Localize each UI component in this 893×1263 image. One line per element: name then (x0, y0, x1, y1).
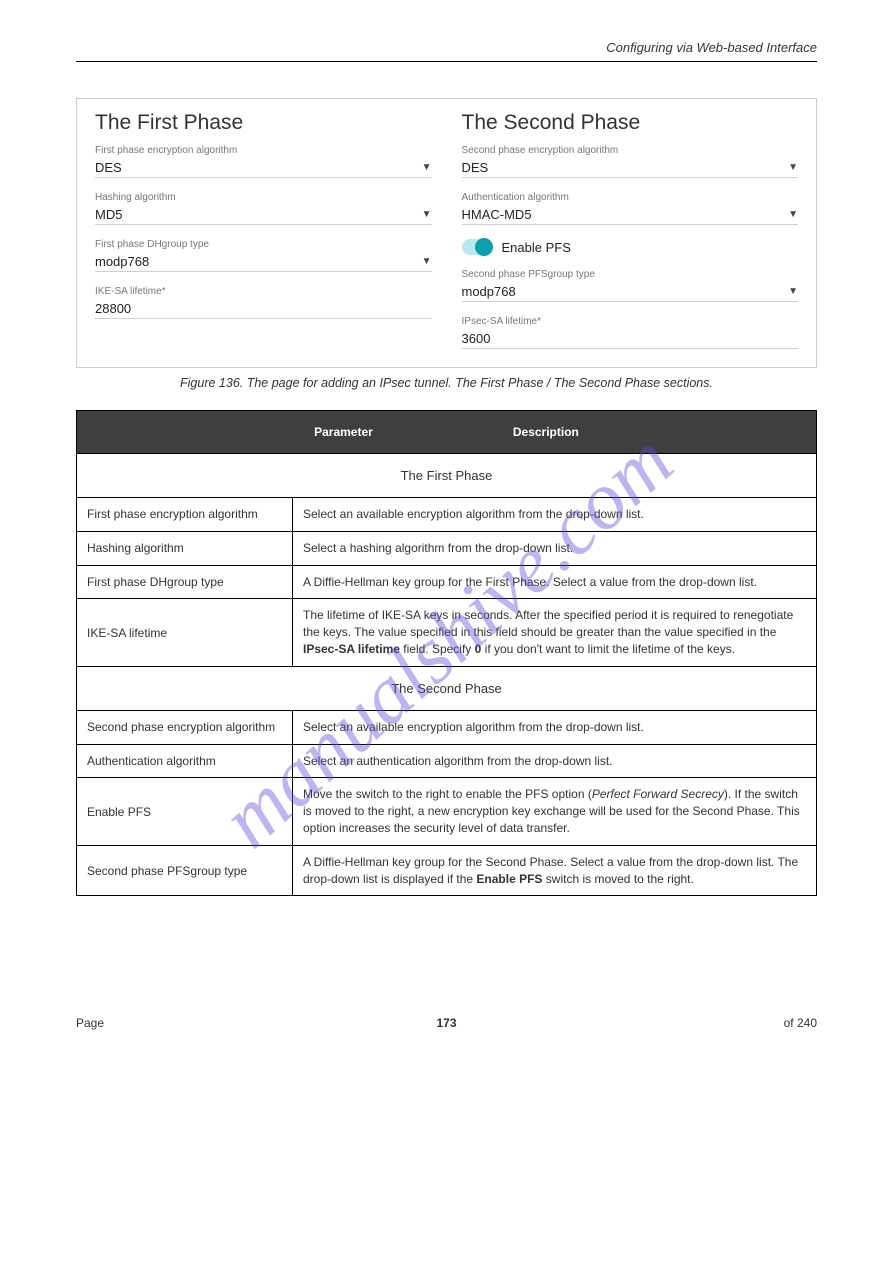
param-name: Authentication algorithm (77, 744, 293, 778)
param-desc: Select an available encryption algorithm… (293, 498, 817, 532)
field-label: First phase DHgroup type (95, 239, 432, 250)
chevron-down-icon: ▼ (422, 209, 432, 220)
field-value: 3600 (462, 331, 491, 346)
param-name: First phase encryption algorithm (77, 498, 293, 532)
page-footer: Page 173 of 240 (76, 1016, 817, 1030)
figure-caption: Figure 136. The page for adding an IPsec… (76, 376, 817, 390)
table-row: First phase encryption algorithm Select … (77, 498, 817, 532)
hashing-field[interactable]: Hashing algorithm MD5 ▼ (95, 192, 432, 225)
desc-text: if you don't want to limit the lifetime … (481, 642, 735, 656)
ipsec-sa-field[interactable]: IPsec-SA lifetime* 3600 (462, 316, 799, 349)
footer-left: Page (76, 1016, 104, 1030)
field-label: Second phase PFSgroup type (462, 269, 799, 280)
chevron-down-icon: ▼ (788, 209, 798, 220)
toggle-label: Enable PFS (502, 240, 571, 255)
first-phase-column: The First Phase First phase encryption a… (95, 111, 432, 363)
desc-text: Move the switch to the right to enable t… (303, 787, 592, 801)
desc-bold: IPsec-SA lifetime (303, 642, 400, 656)
field-label: IPsec-SA lifetime* (462, 316, 799, 327)
th-param: Parameter (314, 425, 373, 439)
param-desc: A Diffie-Hellman key group for the First… (293, 565, 817, 599)
field-value: modp768 (95, 254, 149, 269)
th-desc: Description (513, 425, 579, 439)
footer-page-number: 173 (436, 1016, 456, 1030)
desc-italic: Perfect Forward Secrecy (592, 787, 724, 801)
field-label: Authentication algorithm (462, 192, 799, 203)
parameters-table: Parameter Description The First Phase Fi… (76, 410, 817, 896)
page-header: Configuring via Web-based Interface (76, 40, 817, 62)
field-label: Hashing algorithm (95, 192, 432, 203)
desc-text: The lifetime of IKE-SA keys in seconds. … (303, 608, 793, 639)
auth-algo-field[interactable]: Authentication algorithm HMAC-MD5 ▼ (462, 192, 799, 225)
field-value: DES (95, 160, 122, 175)
first-phase-title: The First Phase (95, 111, 432, 135)
param-name: Enable PFS (77, 778, 293, 845)
second-phase-column: The Second Phase Second phase encryption… (462, 111, 799, 363)
param-name: IKE-SA lifetime (77, 599, 293, 666)
param-name: Second phase PFSgroup type (77, 845, 293, 896)
second-phase-title: The Second Phase (462, 111, 799, 135)
table-row: First phase DHgroup type A Diffie-Hellma… (77, 565, 817, 599)
settings-figure: The First Phase First phase encryption a… (76, 98, 817, 368)
pfsgroup-field[interactable]: Second phase PFSgroup type modp768 ▼ (462, 269, 799, 302)
field-value: MD5 (95, 207, 122, 222)
footer-right: of 240 (784, 1016, 817, 1030)
field-label: Second phase encryption algorithm (462, 145, 799, 156)
param-desc: Select an authentication algorithm from … (293, 744, 817, 778)
toggle-knob-icon (475, 238, 493, 256)
enable-pfs-row[interactable]: Enable PFS (462, 239, 799, 255)
param-name: Second phase encryption algorithm (77, 710, 293, 744)
desc-text: field. Specify (400, 642, 475, 656)
section-first-phase: The First Phase (77, 454, 817, 498)
param-desc: Select an available encryption algorithm… (293, 710, 817, 744)
chevron-down-icon: ▼ (788, 162, 798, 173)
desc-bold: Enable PFS (476, 872, 542, 886)
param-desc: A Diffie-Hellman key group for the Secon… (293, 845, 817, 896)
table-row: IKE-SA lifetime The lifetime of IKE-SA k… (77, 599, 817, 666)
param-name: First phase DHgroup type (77, 565, 293, 599)
table-row: Hashing algorithm Select a hashing algor… (77, 531, 817, 565)
table-row: Second phase PFSgroup type A Diffie-Hell… (77, 845, 817, 896)
param-name: Hashing algorithm (77, 531, 293, 565)
table-row: Authentication algorithm Select an authe… (77, 744, 817, 778)
header-right: Configuring via Web-based Interface (606, 40, 817, 55)
field-value: DES (462, 160, 489, 175)
ike-sa-field[interactable]: IKE-SA lifetime* 28800 (95, 286, 432, 319)
field-label: IKE-SA lifetime* (95, 286, 432, 297)
first-phase-enc-field[interactable]: First phase encryption algorithm DES ▼ (95, 145, 432, 178)
param-desc: Select a hashing algorithm from the drop… (293, 531, 817, 565)
param-desc: The lifetime of IKE-SA keys in seconds. … (293, 599, 817, 666)
desc-text: switch is moved to the right. (542, 872, 693, 886)
dhgroup-field[interactable]: First phase DHgroup type modp768 ▼ (95, 239, 432, 272)
table-header-bar: Parameter Description (77, 411, 817, 454)
table-row: Enable PFS Move the switch to the right … (77, 778, 817, 845)
field-label: First phase encryption algorithm (95, 145, 432, 156)
chevron-down-icon: ▼ (422, 256, 432, 267)
second-phase-enc-field[interactable]: Second phase encryption algorithm DES ▼ (462, 145, 799, 178)
chevron-down-icon: ▼ (788, 286, 798, 297)
table-row: Second phase encryption algorithm Select… (77, 710, 817, 744)
chevron-down-icon: ▼ (422, 162, 432, 173)
field-value: HMAC-MD5 (462, 207, 532, 222)
field-value: modp768 (462, 284, 516, 299)
field-value: 28800 (95, 301, 131, 316)
section-second-phase: The Second Phase (77, 666, 817, 710)
toggle-switch[interactable] (462, 239, 492, 255)
param-desc: Move the switch to the right to enable t… (293, 778, 817, 845)
